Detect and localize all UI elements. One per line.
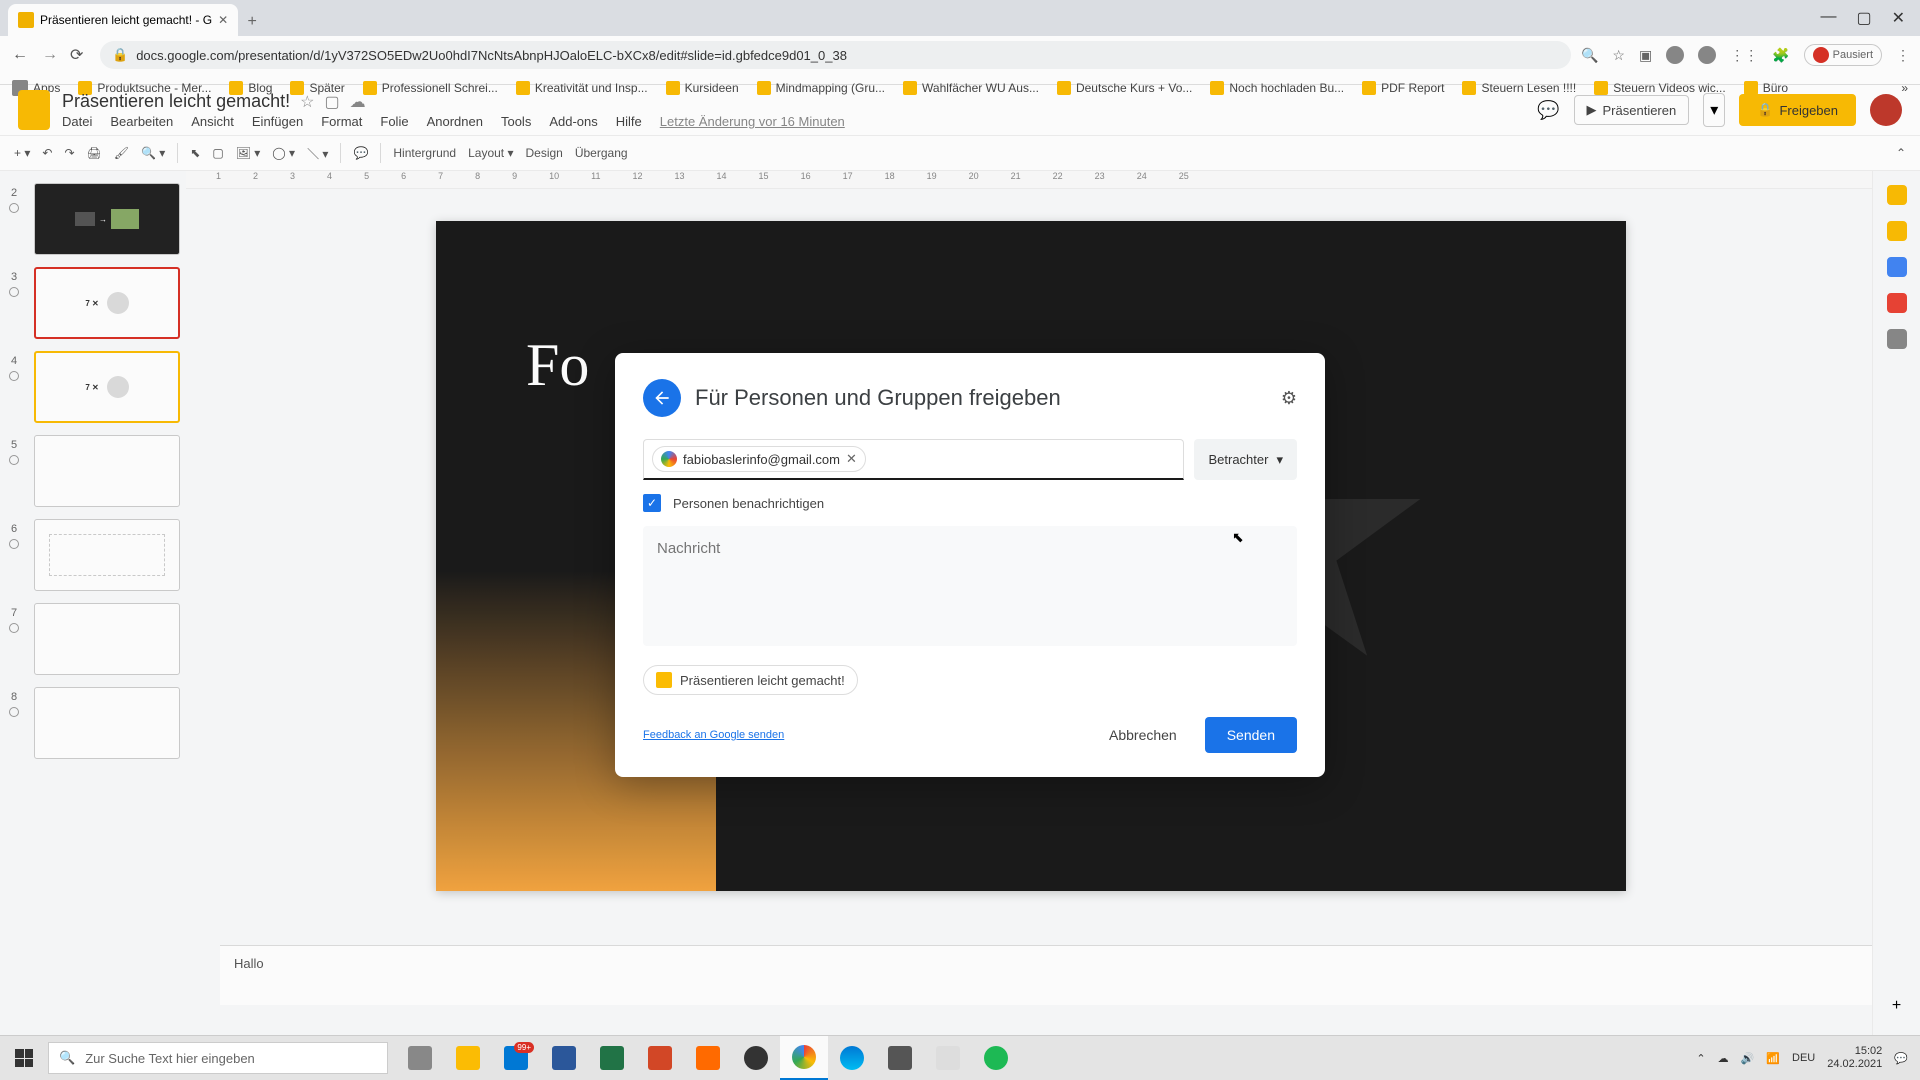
send-button[interactable]: Senden [1205, 717, 1297, 753]
role-dropdown[interactable]: Betrachter ▾ [1194, 439, 1297, 480]
feedback-link[interactable]: Feedback an Google senden [643, 729, 784, 741]
edge-icon[interactable] [828, 1036, 876, 1080]
email-chip: fabiobaslerinfo@gmail.com ✕ [652, 446, 866, 472]
language-indicator[interactable]: DEU [1792, 1052, 1815, 1064]
search-icon: 🔍 [59, 1050, 75, 1066]
notify-label: Personen benachrichtigen [673, 496, 824, 511]
slides-file-icon [656, 672, 672, 688]
powerpoint-icon[interactable] [636, 1036, 684, 1080]
chevron-down-icon: ▾ [1276, 452, 1283, 468]
arrow-left-icon [652, 388, 672, 408]
message-textarea[interactable] [643, 526, 1297, 646]
people-input[interactable]: fabiobaslerinfo@gmail.com ✕ [643, 439, 1184, 480]
share-dialog: Für Personen und Gruppen freigeben ⚙ fab… [615, 353, 1325, 777]
explorer-icon[interactable] [444, 1036, 492, 1080]
windows-search[interactable]: 🔍 Zur Suche Text hier eingeben [48, 1042, 388, 1074]
notepad-icon[interactable] [924, 1036, 972, 1080]
tray-chevron-icon[interactable]: ⌃ [1696, 1052, 1705, 1065]
mail-icon[interactable]: 99+ [492, 1036, 540, 1080]
spotify-icon[interactable] [972, 1036, 1020, 1080]
dialog-title: Für Personen und Gruppen freigeben [695, 385, 1061, 411]
obs-icon[interactable] [732, 1036, 780, 1080]
dialog-back-button[interactable] [643, 379, 681, 417]
attachment-chip: Präsentieren leicht gemacht! [643, 665, 858, 695]
chrome-icon[interactable] [780, 1036, 828, 1080]
volume-icon[interactable]: 🔊 [1741, 1052, 1755, 1065]
gear-icon[interactable]: ⚙ [1281, 388, 1297, 409]
start-button[interactable] [0, 1036, 48, 1080]
app-icon[interactable] [684, 1036, 732, 1080]
task-view-icon[interactable] [396, 1036, 444, 1080]
cancel-button[interactable]: Abbrechen [1097, 719, 1189, 751]
cloud-tray-icon[interactable]: ☁ [1718, 1052, 1729, 1065]
windows-logo-icon [15, 1049, 33, 1067]
excel-icon[interactable] [588, 1036, 636, 1080]
notify-checkbox[interactable]: ✓ [643, 494, 661, 512]
word-icon[interactable] [540, 1036, 588, 1080]
app-icon-2[interactable] [876, 1036, 924, 1080]
remove-chip-icon[interactable]: ✕ [846, 451, 857, 467]
google-avatar-icon [661, 451, 677, 467]
clock[interactable]: 15:02 24.02.2021 [1827, 1045, 1882, 1071]
notifications-icon[interactable]: 💬 [1894, 1052, 1908, 1065]
wifi-icon[interactable]: 📶 [1766, 1052, 1780, 1065]
